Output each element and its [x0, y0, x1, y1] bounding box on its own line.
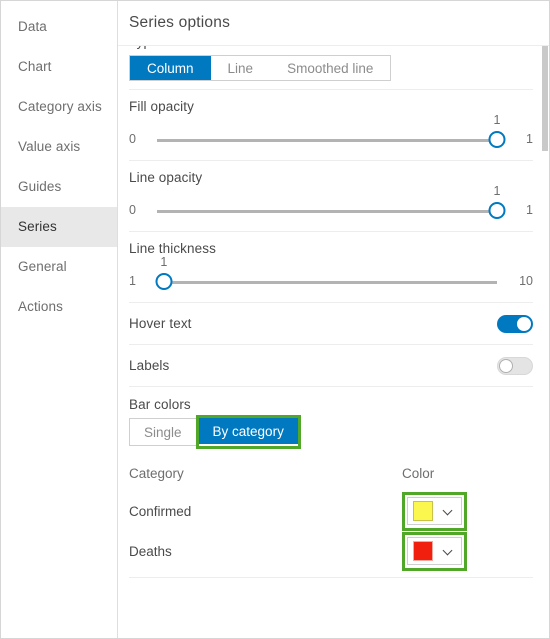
sidebar-item-label: Actions	[18, 299, 63, 314]
chevron-down-icon[interactable]	[443, 546, 453, 556]
type-option-line[interactable]: Line	[210, 56, 271, 80]
labels-row: Labels	[129, 345, 533, 386]
toggle-knob	[517, 316, 531, 331]
sidebar-item-guides[interactable]: Guides	[1, 167, 117, 207]
line-thickness-label: Line thickness	[129, 241, 216, 256]
highlight-box-deaths-color	[402, 531, 467, 571]
fill-opacity-slider[interactable]: 0 1 1	[129, 113, 533, 156]
sidebar-item-chart[interactable]: Chart	[1, 47, 117, 87]
fill-opacity-label: Fill opacity	[129, 99, 194, 114]
type-option-smoothed-line[interactable]: Smoothed line	[270, 56, 391, 80]
line-thickness-max: 10	[519, 274, 533, 288]
bar-colors-option-by-category[interactable]: By category	[198, 418, 298, 444]
line-thickness-slider[interactable]: 1 1 10	[129, 255, 533, 298]
line-opacity-max: 1	[526, 203, 533, 217]
bar-colors-option-single[interactable]: Single	[130, 419, 196, 445]
line-thickness-min: 1	[129, 274, 136, 288]
column-header-category: Category	[129, 465, 184, 481]
color-swatch-confirmed	[413, 500, 433, 521]
labels-label: Labels	[129, 358, 170, 373]
category-name-deaths: Deaths	[129, 543, 172, 559]
sidebar-item-general[interactable]: General	[1, 247, 117, 287]
color-table-header: Category Color	[129, 455, 533, 491]
fill-opacity-track-wrap[interactable]: 1	[157, 113, 506, 156]
type-segmented-control: Column Line Smoothed line	[129, 55, 392, 81]
fill-opacity-max: 1	[526, 132, 533, 146]
chevron-down-icon[interactable]	[443, 506, 453, 516]
sidebar-item-label: General	[18, 259, 67, 274]
options-scroll-area[interactable]: Type Column Line Smoothed line Fill opac…	[118, 46, 549, 638]
sidebar-item-label: Category axis	[18, 99, 102, 114]
hover-text-row: Hover text	[129, 303, 533, 344]
highlight-box-confirmed-color	[402, 491, 467, 531]
sidebar-item-data[interactable]: Data	[1, 7, 117, 47]
slider-track	[157, 281, 497, 284]
settings-sidebar: Data Chart Category axis Value axis Guid…	[1, 1, 118, 638]
fill-opacity-thumb[interactable]	[488, 131, 506, 148]
series-options-panel: Data Chart Category axis Value axis Guid…	[0, 0, 550, 639]
type-option-column[interactable]: Column	[130, 56, 211, 80]
sidebar-item-label: Value axis	[18, 139, 81, 154]
line-thickness-value: 1	[160, 255, 168, 269]
slider-track	[157, 139, 497, 142]
bar-colors-segmented-control: Single By category	[129, 415, 301, 449]
line-opacity-value: 1	[493, 184, 501, 198]
table-row: Confirmed	[129, 491, 533, 531]
fill-opacity-min: 0	[129, 132, 136, 146]
color-swatch-deaths	[413, 540, 433, 561]
sidebar-item-label: Data	[18, 19, 47, 34]
toggle-knob	[499, 358, 513, 373]
sidebar-item-category-axis[interactable]: Category axis	[1, 87, 117, 127]
line-thickness-thumb[interactable]	[155, 273, 173, 290]
line-opacity-slider[interactable]: 0 1 1	[129, 184, 533, 227]
sidebar-item-label: Chart	[18, 59, 52, 74]
page-title: Series options	[129, 14, 231, 31]
line-opacity-track-wrap[interactable]: 1	[157, 184, 506, 227]
highlight-box-by-category: By category	[195, 415, 301, 449]
hover-text-toggle[interactable]	[497, 314, 533, 333]
line-opacity-label: Line opacity	[129, 170, 203, 185]
panel-header: Series options	[118, 1, 549, 46]
line-opacity-thumb[interactable]	[488, 202, 506, 219]
line-opacity-min: 0	[129, 203, 136, 217]
column-header-color: Color	[402, 465, 435, 481]
color-picker-confirmed[interactable]	[407, 496, 462, 525]
bar-colors-label: Bar colors	[129, 397, 191, 412]
options-content: Type Column Line Smoothed line Fill opac…	[129, 46, 533, 598]
table-row: Deaths	[129, 531, 533, 571]
slider-track	[157, 210, 497, 213]
scrollbar-thumb[interactable]	[542, 46, 548, 151]
scrollbar-track[interactable]	[541, 46, 549, 638]
type-label: Type	[129, 46, 533, 49]
color-picker-deaths[interactable]	[407, 536, 462, 565]
sidebar-item-label: Guides	[18, 179, 62, 194]
sidebar-item-label: Series	[18, 219, 57, 234]
labels-toggle[interactable]	[497, 356, 533, 375]
hover-text-label: Hover text	[129, 316, 192, 331]
sidebar-item-value-axis[interactable]: Value axis	[1, 127, 117, 167]
category-name-confirmed: Confirmed	[129, 503, 192, 519]
line-thickness-track-wrap[interactable]: 1	[155, 255, 497, 298]
fill-opacity-value: 1	[493, 113, 501, 127]
sidebar-item-series[interactable]: Series	[1, 207, 117, 247]
sidebar-item-actions[interactable]: Actions	[1, 287, 117, 327]
options-panel: Series options Type Column Line Smoothed…	[118, 1, 549, 638]
